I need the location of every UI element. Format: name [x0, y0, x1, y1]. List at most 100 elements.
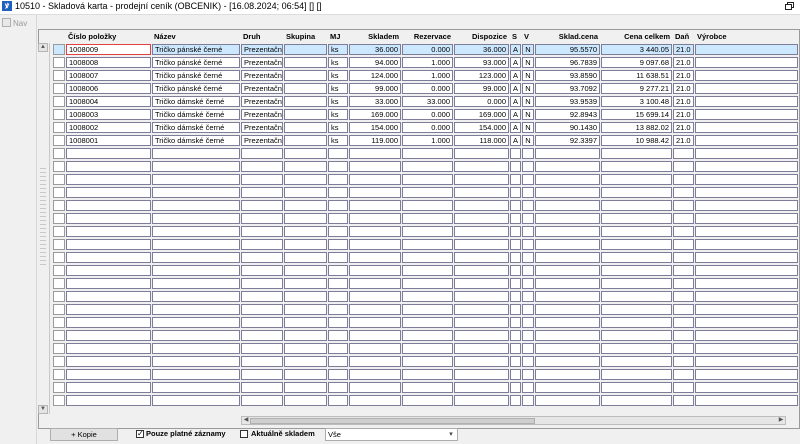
empty-cell[interactable]: [510, 265, 521, 276]
empty-cell[interactable]: [152, 174, 240, 185]
empty-cell[interactable]: [152, 317, 240, 328]
empty-cell[interactable]: [241, 265, 283, 276]
empty-cell[interactable]: [695, 187, 798, 198]
empty-cell[interactable]: [349, 239, 401, 250]
empty-cell[interactable]: [454, 317, 509, 328]
empty-cell[interactable]: [695, 226, 798, 237]
empty-cell[interactable]: [284, 395, 327, 406]
empty-cell[interactable]: [522, 252, 534, 263]
empty-cell[interactable]: [535, 174, 600, 185]
empty-cell[interactable]: [66, 226, 151, 237]
empty-cell[interactable]: [349, 304, 401, 315]
empty-cell[interactable]: [510, 148, 521, 159]
empty-cell[interactable]: [601, 187, 672, 198]
cell-col-v[interactable]: N: [522, 135, 534, 146]
empty-cell[interactable]: [510, 304, 521, 315]
empty-cell[interactable]: [66, 174, 151, 185]
cell-col-cislo[interactable]: 1008006: [66, 83, 151, 94]
empty-cell[interactable]: [349, 278, 401, 289]
empty-cell[interactable]: [535, 278, 600, 289]
empty-cell[interactable]: [241, 304, 283, 315]
cell-col-druh[interactable]: Prezentačn: [241, 122, 283, 133]
empty-cell[interactable]: [510, 343, 521, 354]
empty-cell[interactable]: [349, 226, 401, 237]
in-stock-checkbox[interactable]: [240, 430, 248, 438]
empty-cell[interactable]: [673, 304, 694, 315]
cell-col-cislo[interactable]: 1008008: [66, 57, 151, 68]
cell-col-s[interactable]: A: [510, 96, 521, 107]
cell-col-cena-celkem[interactable]: 13 882.02: [601, 122, 672, 133]
horizontal-scrollbar[interactable]: ◀ ▶: [241, 416, 786, 425]
empty-cell[interactable]: [241, 239, 283, 250]
empty-cell[interactable]: [535, 356, 600, 367]
row-selector[interactable]: [53, 57, 65, 68]
cell-col-cena-celkem[interactable]: 10 988.42: [601, 135, 672, 146]
cell-col-dispozice[interactable]: 93.000: [454, 57, 509, 68]
cell-col-mj[interactable]: ks: [328, 57, 348, 68]
empty-cell[interactable]: [328, 226, 348, 237]
empty-cell[interactable]: [402, 148, 453, 159]
cell-col-skladem[interactable]: 94.000: [349, 57, 401, 68]
row-selector[interactable]: [53, 70, 65, 81]
empty-cell[interactable]: [673, 369, 694, 380]
empty-cell[interactable]: [522, 200, 534, 211]
cell-col-dispozice[interactable]: 0.000: [454, 96, 509, 107]
empty-cell[interactable]: [673, 382, 694, 393]
cell-col-rezervace[interactable]: 0.000: [402, 83, 453, 94]
empty-cell[interactable]: [66, 291, 151, 302]
cell-col-druh[interactable]: Prezentačn: [241, 70, 283, 81]
empty-cell[interactable]: [241, 317, 283, 328]
empty-cell[interactable]: [695, 265, 798, 276]
empty-cell[interactable]: [284, 304, 327, 315]
empty-cell[interactable]: [328, 200, 348, 211]
empty-cell[interactable]: [510, 395, 521, 406]
cell-col-skupina[interactable]: [284, 70, 327, 81]
empty-cell[interactable]: [535, 161, 600, 172]
empty-cell[interactable]: [152, 291, 240, 302]
empty-cell[interactable]: [284, 213, 327, 224]
empty-cell[interactable]: [522, 291, 534, 302]
empty-cell[interactable]: [510, 161, 521, 172]
empty-cell[interactable]: [695, 200, 798, 211]
empty-cell[interactable]: [402, 200, 453, 211]
empty-cell[interactable]: [152, 239, 240, 250]
empty-cell[interactable]: [522, 148, 534, 159]
row-selector[interactable]: [53, 44, 65, 55]
empty-cell[interactable]: [328, 161, 348, 172]
empty-cell[interactable]: [454, 187, 509, 198]
empty-cell[interactable]: [284, 382, 327, 393]
nav-button[interactable]: Nav: [2, 18, 27, 28]
empty-cell[interactable]: [454, 343, 509, 354]
empty-cell[interactable]: [152, 304, 240, 315]
cell-col-v[interactable]: N: [522, 44, 534, 55]
cell-col-druh[interactable]: Prezentačn: [241, 44, 283, 55]
empty-cell[interactable]: [601, 226, 672, 237]
empty-cell[interactable]: [601, 265, 672, 276]
cell-col-mj[interactable]: ks: [328, 83, 348, 94]
cell-col-dan[interactable]: 21.0: [673, 109, 694, 120]
cell-col-sklad-cena[interactable]: 95.5570: [535, 44, 600, 55]
empty-cell[interactable]: [695, 148, 798, 159]
empty-cell[interactable]: [673, 395, 694, 406]
empty-cell[interactable]: [522, 278, 534, 289]
empty-cell[interactable]: [695, 330, 798, 341]
row-selector[interactable]: [53, 304, 65, 315]
cell-col-sklad-cena[interactable]: 96.7839: [535, 57, 600, 68]
cell-col-v[interactable]: N: [522, 122, 534, 133]
empty-cell[interactable]: [454, 278, 509, 289]
cell-col-vyrobce[interactable]: [695, 109, 798, 120]
empty-cell[interactable]: [695, 213, 798, 224]
cell-col-cena-celkem[interactable]: 3 100.48: [601, 96, 672, 107]
empty-cell[interactable]: [284, 239, 327, 250]
empty-cell[interactable]: [66, 148, 151, 159]
cell-col-s[interactable]: A: [510, 109, 521, 120]
empty-cell[interactable]: [535, 200, 600, 211]
empty-cell[interactable]: [402, 369, 453, 380]
header-col-dan[interactable]: Daň: [675, 31, 692, 43]
empty-cell[interactable]: [349, 330, 401, 341]
cell-col-dispozice[interactable]: 123.000: [454, 70, 509, 81]
empty-cell[interactable]: [152, 356, 240, 367]
cell-col-sklad-cena[interactable]: 92.8943: [535, 109, 600, 120]
empty-cell[interactable]: [673, 174, 694, 185]
cell-col-cislo[interactable]: 1008004: [66, 96, 151, 107]
